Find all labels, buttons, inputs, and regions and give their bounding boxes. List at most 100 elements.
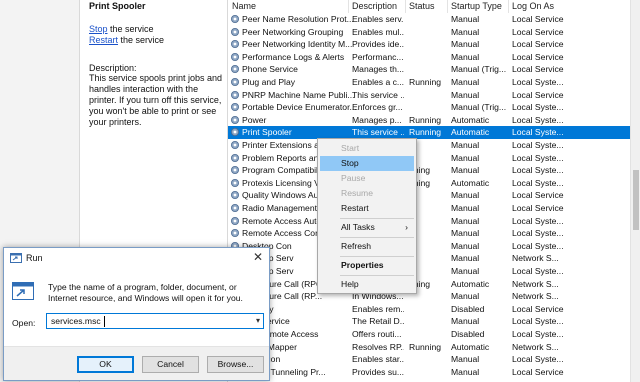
service-row[interactable]: Protexis Licensing V2 nning Automatic Local… [228,177,636,190]
menu-item-resume[interactable]: Resume [320,186,414,201]
vertical-scrollbar[interactable] [630,0,640,382]
cancel-button[interactable]: Cancel [142,356,199,373]
stop-service-link[interactable]: Stop [89,24,108,34]
service-status: Running [409,77,442,87]
run-dialog-footer: OK Cancel Browse... [4,346,269,380]
service-row[interactable]: Peer Name Resolution Prot... Enables serv… [228,13,636,26]
service-description: This service ... [352,127,404,138]
open-input-value[interactable]: services.msc [51,316,101,326]
run-dialog-title: Run [26,253,43,263]
service-row[interactable]: Peer Networking Grouping Enables mul... Ma… [228,26,636,39]
service-description: Resolves RP... [352,341,404,352]
text-caret [104,316,105,327]
service-startup-type: Manual [451,354,480,365]
service-startup-type: Automatic [451,177,490,188]
service-log-on-as: Local Service [512,64,564,75]
service-row[interactable]: Desktop Con Manual Local Syste... [228,240,636,253]
column-header-log-on-as[interactable]: Log On As [512,1,554,11]
menu-item-all-tasks[interactable]: All Tasks › [320,220,414,235]
service-row[interactable]: Desktop ServManualLocal Syste... [228,265,636,278]
menu-item-restart[interactable]: Restart [320,201,414,216]
service-description: Enables star... [352,354,404,365]
gear-icon [230,27,240,37]
chevron-down-icon[interactable]: ▾ [256,316,260,325]
gear-icon [230,14,240,24]
column-header-description[interactable]: Description [352,1,397,11]
service-row[interactable]: Procedure Call (RP... In Windows... Manual… [228,290,636,303]
service-row[interactable]: Print Spooler This service ... Running Auto… [228,126,636,139]
column-header-status[interactable]: Status [409,1,435,11]
service-row[interactable]: Remote Access Auto Manual Local Syste... [228,215,636,228]
service-row[interactable]: Portable Device Enumerator... Enforces gr… [228,101,636,114]
service-row[interactable]: Problem Reports and Manual Local Syste... [228,152,636,165]
description-text: This service spools print jobs and handl… [89,73,223,127]
service-startup-type: Automatic [451,278,490,289]
column-divider[interactable] [508,0,509,13]
menu-item-pause[interactable]: Pause [320,171,414,186]
browse-button[interactable]: Browse... [207,356,264,373]
service-startup-type: Manual [451,77,480,87]
gear-icon [230,90,240,100]
service-row[interactable]: Program Compatibili nning Manual Local Syst… [228,164,636,177]
service-row[interactable]: dpoint MapperResolves RP...RunningAutoma… [228,341,636,354]
selected-service-title: Print Spooler [89,1,146,11]
service-description: Enables serv... [352,14,404,24]
service-row[interactable]: Plug and Play Enables a c... Running Manual… [228,76,636,89]
service-log-on-as: Local Syste... [512,77,564,87]
column-divider[interactable] [405,0,406,13]
open-input[interactable]: services.msc ▾ [46,313,264,329]
gear-icon [230,216,240,226]
run-dialog: Run ✕ Type the name of a program, folder… [3,247,270,381]
open-label: Open: [12,318,36,328]
service-action-links: Stop the service Restart the service [89,24,164,46]
service-description: Manages th... [352,64,404,75]
service-row[interactable]: Phone Service Manages th... Manual (Trig..… [228,63,636,76]
menu-separator [340,256,414,257]
menu-item-start[interactable]: Start [320,141,414,156]
menu-separator [340,218,414,219]
service-row[interactable]: Power Manages p... Running Automatic Local S… [228,114,636,127]
close-icon[interactable]: ✕ [253,250,263,264]
restart-service-link[interactable]: Restart [89,35,118,45]
service-row[interactable]: Remote Access Conn Manual Local Syste... [228,227,636,240]
service-description: Enables a c... [352,77,404,87]
service-name: Peer Networking Grouping [242,26,344,37]
service-name: Portable Device Enumerator... [242,102,357,113]
service-row[interactable]: RegistryEnables rem...DisabledLocal Serv… [228,303,636,316]
menu-item-refresh[interactable]: Refresh [320,239,414,254]
column-header-startup-type[interactable]: Startup Type [451,1,502,11]
column-divider[interactable] [447,0,448,13]
all-tasks-label: All Tasks [341,222,375,232]
service-log-on-as: Local Syste... [512,152,564,163]
service-row[interactable]: Socket Tunneling Pr... Provides su... Manu… [228,366,636,379]
service-description: Performanc... [352,51,404,62]
service-description: Provides ide... [352,39,404,50]
menu-item-help[interactable]: Help [320,277,414,292]
service-startup-type: Automatic [451,341,490,352]
column-divider[interactable] [348,0,349,13]
ok-button[interactable]: OK [77,356,134,373]
service-row[interactable]: Procedure Call (RPC) nning Automatic Networ… [228,278,636,291]
service-startup-type: Manual [451,190,480,201]
column-header-name[interactable]: Name [232,1,256,11]
service-status: Running [409,127,442,138]
service-row[interactable]: Printer Extensions and Manual Local Syste.… [228,139,636,152]
service-row[interactable]: Desktop ServManualNetwork S... [228,252,636,265]
gear-icon [230,228,240,238]
service-row[interactable]: Performance Logs & Alerts Performanc... Ma… [228,51,636,64]
service-row[interactable]: emo ServiceThe Retail D...ManualLocal Sy… [228,315,636,328]
service-row[interactable]: PNRP Machine Name Publi... This service .… [228,89,636,102]
service-log-on-as: Local Syste... [512,127,564,138]
scrollbar-thumb[interactable] [633,170,639,230]
run-dialog-titlebar[interactable]: Run ✕ [4,248,269,268]
service-row[interactable]: ary LogonEnables star...ManualLocal Syst… [228,353,636,366]
service-log-on-as: Local Syste... [512,240,564,251]
menu-item-stop[interactable]: Stop [320,156,414,171]
service-row[interactable]: Peer Networking Identity M... Provides id… [228,38,636,51]
service-row[interactable]: Quality Windows Aud Manual Local Service [228,189,636,202]
gear-icon [230,178,240,188]
run-app-icon [12,282,34,300]
service-row[interactable]: Radio Management S Manual Local Service [228,202,636,215]
menu-item-properties[interactable]: Properties [320,258,414,273]
service-row[interactable]: and Remote Access Offers routi... Disabled… [228,328,636,341]
